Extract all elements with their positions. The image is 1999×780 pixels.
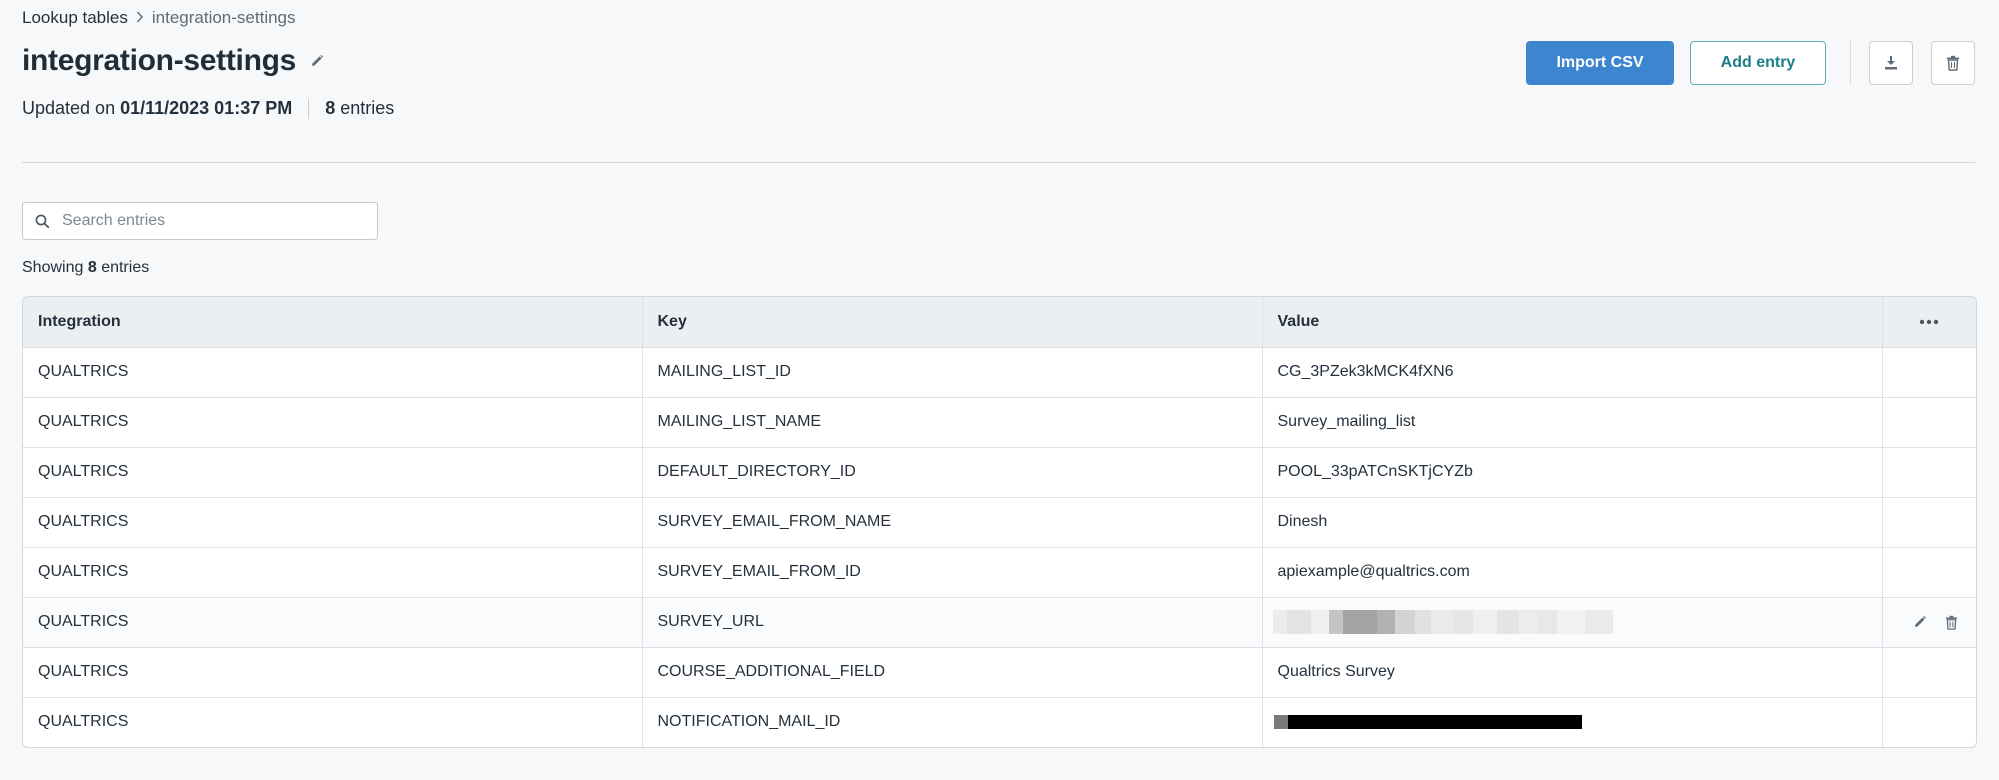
showing-prefix: Showing [22,259,84,276]
cell-integration: QUALTRICS [23,647,643,698]
row-actions-cell [1882,397,1976,448]
row-actions-cell [1882,547,1976,598]
header-actions: Import CSV Add entry [1526,41,1975,85]
table-row[interactable]: QUALTRICS NOTIFICATION_MAIL_ID [23,697,1976,747]
cell-value: apiexample@qualtrics.com [1262,547,1883,598]
showing-count: Showing 8 entries [22,259,149,277]
cell-key: MAILING_LIST_ID [642,347,1263,398]
table-row[interactable]: QUALTRICS DEFAULT_DIRECTORY_ID POOL_33pA… [23,447,1976,498]
header-divider [22,162,1975,163]
row-actions-cell [1882,447,1976,498]
row-actions-cell [1882,697,1976,747]
cell-key: SURVEY_EMAIL_FROM_ID [642,547,1263,598]
cell-integration: QUALTRICS [23,447,643,498]
page-title: integration-settings [22,44,297,77]
cell-value [1262,597,1883,648]
trash-icon[interactable] [1945,615,1958,630]
search-input[interactable] [60,211,377,231]
import-csv-button[interactable]: Import CSV [1526,41,1674,85]
cell-value [1262,697,1883,747]
cell-key: NOTIFICATION_MAIL_ID [642,697,1263,747]
column-options[interactable] [1882,297,1976,348]
entries-table: Integration Key Value QUALTRICS MAILING_… [22,296,1977,748]
cell-integration: QUALTRICS [23,397,643,448]
cell-value: Survey_mailing_list [1262,397,1883,448]
table-header-row: Integration Key Value [23,297,1976,348]
redacted-value [1272,610,1613,634]
row-actions-cell [1882,647,1976,698]
delete-table-button[interactable] [1931,41,1975,85]
chevron-right-icon [136,10,144,26]
updated-prefix: Updated on [22,98,116,118]
table-meta: Updated on 01/11/2023 01:37 PM 8 entries [22,98,394,119]
breadcrumb: Lookup tables integration-settings [22,8,296,28]
cell-value: CG_3PZek3kMCK4fXN6 [1262,347,1883,398]
row-actions-cell [1882,497,1976,548]
cell-integration: QUALTRICS [23,497,643,548]
search-box [22,202,378,240]
column-header-value[interactable]: Value [1262,297,1883,348]
more-horizontal-icon[interactable] [1898,319,1962,325]
entry-count: 8 [325,98,336,118]
title-row: integration-settings [22,44,326,78]
redacted-value [1273,715,1867,730]
cell-value: Qualtrics Survey [1262,647,1883,698]
row-actions-cell [1882,597,1977,648]
column-header-key[interactable]: Key [642,297,1263,348]
table-row[interactable]: QUALTRICS SURVEY_URL [23,597,1977,648]
cell-key: MAILING_LIST_NAME [642,397,1263,448]
pencil-icon[interactable] [308,52,326,70]
download-button[interactable] [1869,41,1913,85]
entry-count-label: entries [340,98,395,118]
row-actions-cell [1882,347,1976,398]
table-row[interactable]: QUALTRICS SURVEY_EMAIL_FROM_ID apiexampl… [23,547,1976,598]
table-row[interactable]: QUALTRICS MAILING_LIST_NAME Survey_maili… [23,397,1976,448]
download-icon [1883,55,1899,71]
trash-icon [1946,55,1960,71]
cell-key: SURVEY_URL [642,597,1263,648]
showing-number: 8 [87,259,97,276]
add-entry-button[interactable]: Add entry [1690,41,1826,85]
row-actions [1883,615,1977,630]
actions-divider [1850,41,1851,85]
table-row[interactable]: QUALTRICS MAILING_LIST_ID CG_3PZek3kMCK4… [23,347,1976,398]
cell-integration: QUALTRICS [23,547,643,598]
cell-key: DEFAULT_DIRECTORY_ID [642,447,1263,498]
cell-value: Dinesh [1262,497,1883,548]
cell-integration: QUALTRICS [23,697,643,747]
cell-value: POOL_33pATCnSKTjCYZb [1262,447,1883,498]
cell-integration: QUALTRICS [23,347,643,398]
showing-suffix: entries [101,259,150,276]
cell-key: COURSE_ADDITIONAL_FIELD [642,647,1263,698]
search-icon [35,214,50,229]
cell-key: SURVEY_EMAIL_FROM_NAME [642,497,1263,548]
meta-divider [308,98,310,119]
breadcrumb-lookup-tables-link[interactable]: Lookup tables [22,8,128,28]
cell-integration: QUALTRICS [23,597,643,648]
table-row[interactable]: QUALTRICS COURSE_ADDITIONAL_FIELD Qualtr… [23,647,1976,698]
breadcrumb-current: integration-settings [151,8,296,27]
updated-date: 01/11/2023 01:37 PM [120,98,293,118]
table-row[interactable]: QUALTRICS SURVEY_EMAIL_FROM_NAME Dinesh [23,497,1976,548]
pencil-icon[interactable] [1913,615,1927,630]
column-header-integration[interactable]: Integration [23,297,643,348]
